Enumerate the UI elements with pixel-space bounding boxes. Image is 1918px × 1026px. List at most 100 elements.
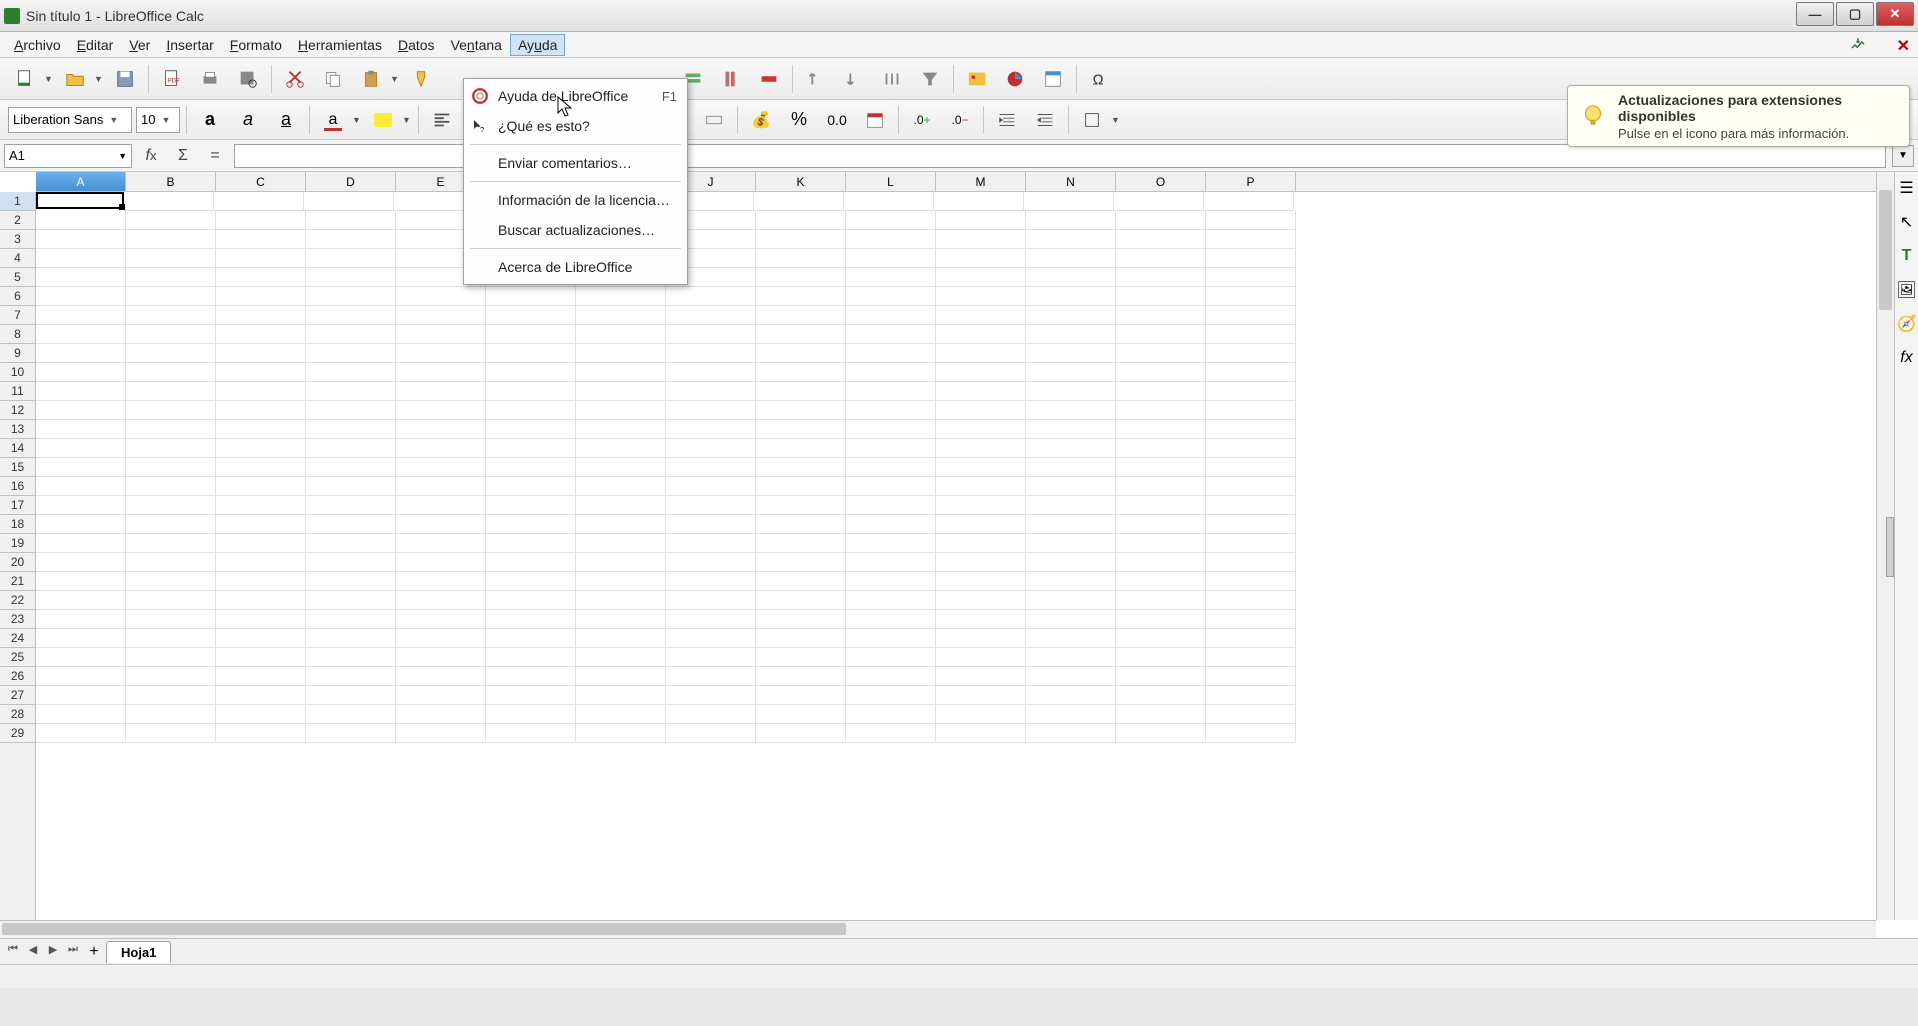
- cell[interactable]: [396, 363, 486, 382]
- new-dropdown-arrow[interactable]: ▼: [44, 74, 54, 84]
- cell[interactable]: [306, 686, 396, 705]
- cell[interactable]: [306, 572, 396, 591]
- cell[interactable]: [846, 648, 936, 667]
- open-button[interactable]: [58, 62, 92, 96]
- sidebar-properties-icon[interactable]: ☰: [1897, 178, 1917, 198]
- extension-update-icon[interactable]: [1848, 36, 1868, 54]
- cell[interactable]: [216, 287, 306, 306]
- cell[interactable]: [486, 401, 576, 420]
- cell[interactable]: [846, 363, 936, 382]
- cell[interactable]: [486, 477, 576, 496]
- cell[interactable]: [756, 629, 846, 648]
- cell[interactable]: [306, 648, 396, 667]
- cell[interactable]: [576, 591, 666, 610]
- cell[interactable]: [1026, 572, 1116, 591]
- cell[interactable]: [306, 249, 396, 268]
- cell[interactable]: [576, 439, 666, 458]
- cell[interactable]: [36, 477, 126, 496]
- cell[interactable]: [1116, 325, 1206, 344]
- export-pdf-button[interactable]: PDF: [155, 62, 189, 96]
- cell[interactable]: [396, 724, 486, 743]
- cell[interactable]: [36, 287, 126, 306]
- cell[interactable]: [1114, 192, 1204, 211]
- cell[interactable]: [1026, 496, 1116, 515]
- cell[interactable]: [36, 192, 124, 209]
- row-header[interactable]: 21: [0, 572, 35, 591]
- cell[interactable]: [36, 686, 126, 705]
- cell[interactable]: [486, 610, 576, 629]
- menu-datos[interactable]: Datos: [390, 34, 443, 56]
- cell[interactable]: [846, 230, 936, 249]
- font-size-combo[interactable]: 10▼: [136, 107, 180, 133]
- cell[interactable]: [756, 724, 846, 743]
- cell[interactable]: [216, 230, 306, 249]
- bold-button[interactable]: a: [193, 103, 227, 137]
- cell[interactable]: [1206, 515, 1296, 534]
- cell[interactable]: [216, 363, 306, 382]
- cell[interactable]: [666, 667, 756, 686]
- column-header[interactable]: K: [756, 172, 846, 191]
- cell[interactable]: [846, 724, 936, 743]
- cell[interactable]: [666, 591, 756, 610]
- cell[interactable]: [306, 724, 396, 743]
- cell[interactable]: [1206, 211, 1296, 230]
- cell[interactable]: [1116, 420, 1206, 439]
- cell[interactable]: [306, 553, 396, 572]
- number-button[interactable]: 0.0: [820, 103, 854, 137]
- cell[interactable]: [126, 724, 216, 743]
- cell[interactable]: [666, 287, 756, 306]
- cell[interactable]: [936, 591, 1026, 610]
- cell[interactable]: [576, 553, 666, 572]
- cell[interactable]: [666, 648, 756, 667]
- cell[interactable]: [846, 439, 936, 458]
- cell[interactable]: [1026, 591, 1116, 610]
- cell[interactable]: [576, 458, 666, 477]
- sort-button[interactable]: [875, 62, 909, 96]
- cell[interactable]: [36, 458, 126, 477]
- sidebar-navigator-icon[interactable]: 🧭: [1897, 314, 1917, 334]
- cell[interactable]: [306, 401, 396, 420]
- cell[interactable]: [666, 572, 756, 591]
- cell[interactable]: [216, 249, 306, 268]
- cell[interactable]: [936, 249, 1026, 268]
- tab-next-button[interactable]: ▶: [44, 943, 62, 961]
- insert-image-button[interactable]: [960, 62, 994, 96]
- cell[interactable]: [1026, 230, 1116, 249]
- print-button[interactable]: [193, 62, 227, 96]
- cell[interactable]: [126, 439, 216, 458]
- cell[interactable]: [486, 420, 576, 439]
- cell[interactable]: [846, 249, 936, 268]
- cell[interactable]: [126, 268, 216, 287]
- cell[interactable]: [396, 306, 486, 325]
- cell[interactable]: [216, 496, 306, 515]
- cell[interactable]: [36, 629, 126, 648]
- highlight-button[interactable]: [366, 103, 400, 137]
- sidebar-functions-icon[interactable]: fx: [1897, 348, 1917, 368]
- cell[interactable]: [934, 192, 1024, 211]
- cell[interactable]: [486, 591, 576, 610]
- cell[interactable]: [846, 686, 936, 705]
- cell[interactable]: [756, 705, 846, 724]
- cell[interactable]: [576, 477, 666, 496]
- cell[interactable]: [1206, 344, 1296, 363]
- cell[interactable]: [936, 629, 1026, 648]
- cell[interactable]: [304, 192, 394, 211]
- cell[interactable]: [216, 705, 306, 724]
- cell[interactable]: [306, 515, 396, 534]
- cell[interactable]: [36, 496, 126, 515]
- cell[interactable]: [936, 458, 1026, 477]
- cell[interactable]: [486, 686, 576, 705]
- cell[interactable]: [1206, 382, 1296, 401]
- cell[interactable]: [936, 515, 1026, 534]
- cell[interactable]: [576, 724, 666, 743]
- cell[interactable]: [666, 401, 756, 420]
- column-header[interactable]: A: [36, 172, 126, 191]
- cell[interactable]: [846, 401, 936, 420]
- align-left-button[interactable]: [425, 103, 459, 137]
- cell[interactable]: [486, 287, 576, 306]
- paste-button[interactable]: [354, 62, 388, 96]
- cell[interactable]: [846, 268, 936, 287]
- cell[interactable]: [1116, 306, 1206, 325]
- cell[interactable]: [396, 496, 486, 515]
- cell[interactable]: [576, 667, 666, 686]
